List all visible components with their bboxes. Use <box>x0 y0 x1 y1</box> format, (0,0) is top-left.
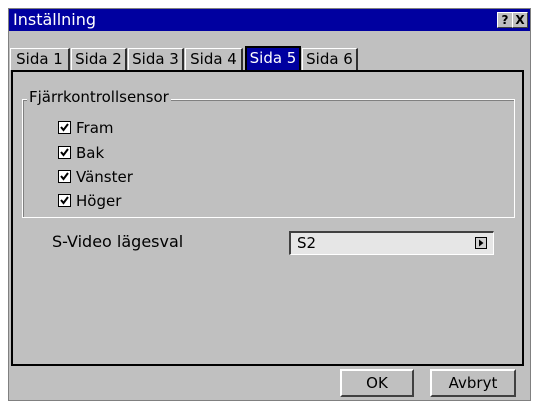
close-button[interactable]: X <box>512 12 528 28</box>
tab-sida-1[interactable]: Sida 1 <box>10 48 70 70</box>
fram-checkbox[interactable] <box>58 121 71 134</box>
tab-sida-3[interactable]: Sida 3 <box>128 48 184 70</box>
help-button[interactable]: ? <box>497 12 513 28</box>
fram-label: Fram <box>76 119 114 137</box>
bak-checkbox[interactable] <box>58 146 71 159</box>
hoger-checkbox[interactable] <box>58 194 71 207</box>
vanster-checkbox[interactable] <box>58 170 71 183</box>
tab-sida-6[interactable]: Sida 6 <box>302 48 358 70</box>
arrow-right-icon[interactable] <box>475 237 487 249</box>
tab-sida-4[interactable]: Sida 4 <box>185 48 243 70</box>
title-bar: Inställning ? X <box>9 9 530 31</box>
tab-sida-2[interactable]: Sida 2 <box>71 48 127 70</box>
tab-sida-5[interactable]: Sida 5 <box>245 46 301 72</box>
window-title: Inställning <box>13 10 97 29</box>
remote-sensor-group-title: Fjärrkontrollsensor <box>27 88 171 106</box>
svideo-select[interactable]: S2 <box>289 231 494 255</box>
bak-label: Bak <box>76 144 105 162</box>
cancel-button[interactable]: Avbryt <box>430 369 516 397</box>
hoger-label: Höger <box>76 192 122 210</box>
vanster-label: Vänster <box>76 168 133 186</box>
svideo-value: S2 <box>297 234 317 252</box>
svideo-label: S-Video lägesval <box>52 232 184 251</box>
ok-button[interactable]: OK <box>340 369 414 397</box>
